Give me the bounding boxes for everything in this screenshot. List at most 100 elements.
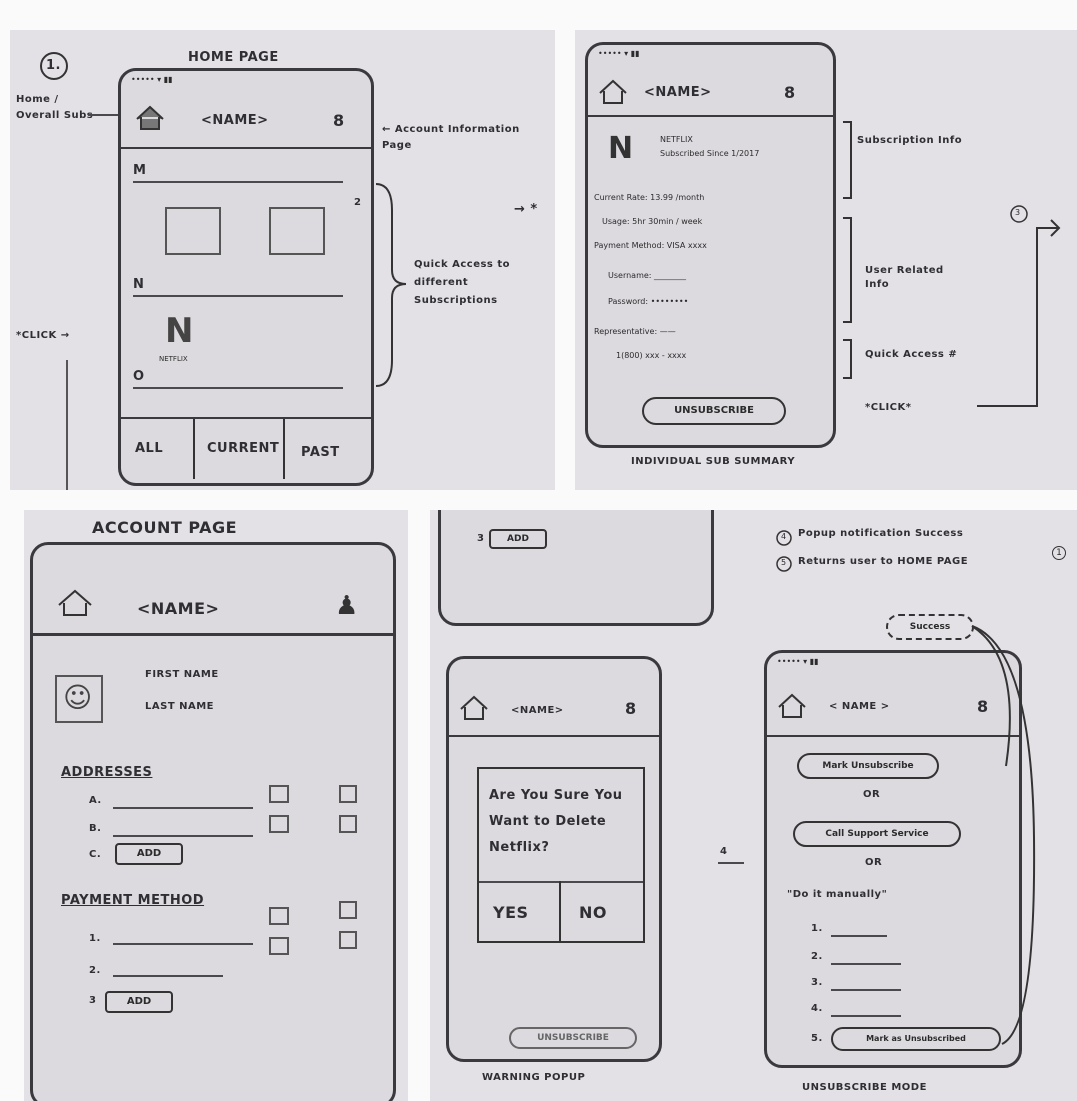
header-name: <NAME>	[201, 113, 269, 128]
summary-phone: ••••• ▾ ▮▮ <NAME> 8 N NETFLIX Subscribed…	[585, 42, 836, 448]
home-note-arrow	[88, 114, 122, 116]
warning-caption: WARNING POPUP	[482, 1072, 586, 1083]
tab-all[interactable]: ALL	[135, 441, 163, 456]
tab-current[interactable]: CURRENT	[207, 441, 279, 456]
status-bar: ••••• ▾ ▮▮	[777, 657, 819, 666]
subscription-tile[interactable]	[269, 207, 325, 255]
user-info-note: User Related Info	[865, 265, 944, 290]
payment-line	[113, 943, 253, 945]
faded-unsubscribe-button: UNSUBSCRIBE	[509, 1027, 637, 1049]
representative: Representative: ——	[594, 327, 676, 336]
dialog-divider	[479, 881, 643, 883]
account-icon[interactable]: 8	[784, 83, 796, 102]
payment-method: Payment Method: VISA xxxx	[594, 241, 707, 250]
address-line	[113, 807, 253, 809]
account-note: ← Account Information Page	[382, 124, 520, 151]
success-notification: Success	[886, 614, 974, 640]
first-name: FIRST NAME	[145, 669, 219, 680]
payment-header: PAYMENT METHOD	[61, 893, 205, 908]
representative-phone: 1(800) xxx - xxxx	[616, 351, 687, 360]
header-name: <NAME>	[644, 85, 712, 100]
unsubscribe-button[interactable]: UNSUBSCRIBE	[642, 397, 786, 425]
manual-step: 4.	[811, 1003, 823, 1014]
usage: Usage: 5hr 30min / week	[602, 217, 703, 226]
home-icon[interactable]	[57, 589, 93, 617]
popup-note: Popup notification Success	[798, 528, 964, 539]
summary-caption: INDIVIDUAL SUB SUMMARY	[631, 456, 796, 467]
click-note: *CLICK →	[16, 330, 70, 341]
tab-bar-divider	[121, 417, 371, 419]
no-button[interactable]: NO	[579, 903, 607, 922]
section-o: O	[133, 369, 145, 384]
manual-step: 1.	[811, 923, 823, 934]
manual-label: "Do it manually"	[787, 889, 888, 900]
last-name: LAST NAME	[145, 701, 215, 712]
note-number: 4	[781, 532, 787, 541]
step-number: 1.	[46, 58, 61, 73]
quick-access-brace	[843, 339, 852, 379]
section-n: N	[133, 277, 145, 292]
section-o-divider	[133, 387, 343, 389]
account-sketch-panel: ACCOUNT PAGE <NAME> ♟ ☺ FIRST NAME LAST …	[24, 510, 408, 1101]
delete-icon[interactable]	[339, 931, 357, 949]
tab-separator	[283, 419, 285, 479]
add-payment-button[interactable]: ADD	[105, 991, 173, 1013]
manual-step: 3.	[811, 977, 823, 988]
avatar-icon: ☺	[63, 681, 93, 714]
unsubscribe-mode-caption: UNSUBSCRIBE MODE	[802, 1082, 927, 1093]
username: Username: ________	[608, 271, 687, 280]
edit-icon[interactable]	[269, 937, 289, 955]
address-item: C.	[89, 849, 102, 860]
payment-item: 2.	[89, 965, 101, 976]
call-support-button[interactable]: Call Support Service	[793, 821, 961, 847]
previous-phone-fragment: 3 ADD	[438, 510, 714, 626]
subscription-tile[interactable]	[165, 207, 221, 255]
account-icon[interactable]: 8	[625, 699, 637, 718]
section-n-divider	[133, 295, 343, 297]
account-phone: <NAME> ♟ ☺ FIRST NAME LAST NAME ADDRESSE…	[30, 542, 396, 1101]
section-m-divider	[133, 181, 343, 183]
header-name: <NAME>	[511, 705, 564, 716]
edit-icon[interactable]	[269, 815, 289, 833]
netflix-logo[interactable]: N	[165, 311, 193, 351]
yes-button[interactable]: YES	[493, 903, 529, 922]
account-icon[interactable]: 8	[333, 111, 345, 130]
header-divider	[33, 633, 393, 636]
service-name: NETFLIX	[660, 135, 693, 144]
flow-step-label: 4	[720, 846, 728, 857]
flow-arrow	[977, 219, 1061, 407]
unsubscribe-flow-panel: 3 ADD 4 Popup notification Success 5 Ret…	[430, 510, 1077, 1101]
fragment-number: 3	[477, 533, 485, 544]
home-icon[interactable]	[777, 693, 807, 719]
warning-phone: <NAME> 8 Are You Sure You Want to Delete…	[446, 656, 662, 1062]
summary-sketch-panel: ••••• ▾ ▮▮ <NAME> 8 N NETFLIX Subscribed…	[575, 30, 1077, 490]
home-icon[interactable]	[135, 105, 165, 131]
edit-icon[interactable]	[269, 907, 289, 925]
tab-separator	[193, 419, 195, 479]
address-item: B.	[89, 823, 102, 834]
account-icon[interactable]: ♟	[335, 591, 358, 621]
tab-past[interactable]: PAST	[301, 445, 340, 460]
scrollbar[interactable]: 2	[354, 197, 361, 208]
dialog-button-divider	[559, 881, 561, 941]
payment-item: 1.	[89, 933, 101, 944]
manual-step-line	[831, 1015, 901, 1017]
status-bar: ••••• ▾ ▮▮	[598, 49, 640, 58]
click-note: *CLICK*	[865, 402, 912, 413]
add-address-button[interactable]: ADD	[115, 843, 183, 865]
delete-icon[interactable]	[339, 815, 357, 833]
arrow-note: → *	[514, 202, 538, 217]
note-circle: 1	[1052, 546, 1066, 560]
manual-step: 5.	[811, 1033, 823, 1044]
status-bar: ••••• ▾ ▮▮	[131, 75, 173, 84]
home-icon[interactable]	[598, 79, 628, 105]
quick-access-note: Quick Access to different Subscriptions	[414, 259, 511, 306]
home-note: Home / Overall Subs	[16, 94, 94, 121]
user-info-brace	[843, 217, 852, 323]
delete-icon[interactable]	[339, 785, 357, 803]
delete-icon[interactable]	[339, 901, 357, 919]
mark-unsubscribe-button[interactable]: Mark Unsubscribe	[797, 753, 939, 779]
header-name: <NAME>	[137, 599, 220, 618]
edit-icon[interactable]	[269, 785, 289, 803]
home-icon[interactable]	[459, 695, 489, 721]
